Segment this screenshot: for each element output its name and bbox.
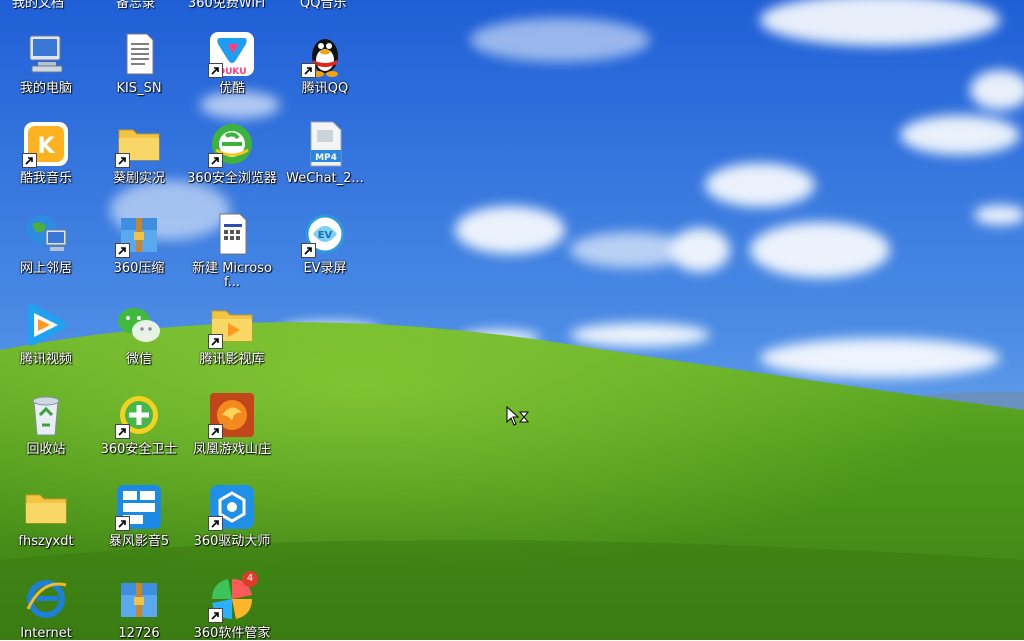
desktop-icon-new-microsoft[interactable]: 新建 Microsof... — [186, 210, 278, 290]
icon-label: 腾讯视频 — [19, 352, 72, 367]
ev-recorder-icon: EV — [301, 210, 349, 258]
desktop-icon-recycle-bin[interactable]: 回收站 — [0, 391, 92, 457]
360-software-manager-icon: 4 — [208, 571, 258, 623]
network-neighborhood-icon — [22, 210, 70, 258]
svg-text:EV: EV — [318, 230, 333, 241]
kuwo-music-icon: K — [22, 120, 70, 168]
desktop-icon-360-security[interactable]: 360安全卫士 — [93, 391, 185, 457]
desktop-icon-wechat-video[interactable]: MP4 WeChat_2... — [279, 120, 371, 186]
internet-explorer-icon — [22, 575, 70, 623]
icon-label: 葵剧实况 — [112, 171, 165, 186]
icon-label: 优酷 — [218, 81, 245, 96]
desktop-icon-kuwo-music[interactable]: K 酷我音乐 — [0, 120, 92, 186]
desktop-icon-qq[interactable]: 腾讯QQ — [279, 30, 371, 96]
top-label-qq-music[interactable]: QQ音乐 — [300, 0, 346, 11]
desktop-icon-360-browser[interactable]: 360安全浏览器 — [186, 120, 278, 186]
desktop-icon-baofeng[interactable]: 暴风影音5 — [93, 483, 185, 549]
icon-label: 360压缩 — [113, 261, 165, 276]
wechat-icon — [115, 301, 163, 349]
desktop-icon-360-zip[interactable]: 360压缩 — [93, 210, 185, 276]
icon-label: EV录屏 — [303, 261, 347, 276]
desktop-icon-phoenix-game[interactable]: 凤凰游戏山庄 — [186, 391, 278, 457]
desktop-icon-360-driver[interactable]: 360驱动大师 — [186, 483, 278, 549]
icon-label: 回收站 — [26, 442, 66, 457]
icon-label: 360驱动大师 — [193, 534, 271, 549]
top-label-360-wifi[interactable]: 360免费WiFi — [188, 0, 265, 11]
top-label-my-documents[interactable]: 我的文档 — [12, 0, 64, 11]
desktop-icon-kis-sn[interactable]: KIS_SN — [93, 30, 185, 96]
icon-label: 12726 — [118, 626, 160, 641]
busy-cursor-icon — [506, 406, 530, 426]
icon-label: 暴风影音5 — [108, 534, 170, 549]
icon-label: 凤凰游戏山庄 — [192, 442, 271, 457]
desktop-icon-tencent-video[interactable]: 腾讯视频 — [0, 301, 92, 367]
desktop-icon-my-computer[interactable]: 我的电脑 — [0, 30, 92, 96]
360-security-icon — [115, 391, 163, 439]
video-library-icon — [208, 301, 256, 349]
icon-label: 网上邻居 — [19, 261, 72, 276]
icon-label: 360安全卫士 — [100, 442, 178, 457]
desktop-icon-youku[interactable]: OUKU 优酷 — [186, 30, 278, 96]
icon-label: 腾讯QQ — [301, 81, 349, 96]
icon-label: WeChat_2... — [286, 171, 364, 186]
phoenix-game-icon — [208, 391, 256, 439]
desktop-icon-ev-recorder[interactable]: EV EV录屏 — [279, 210, 371, 276]
desktop-icon-kuiju[interactable]: 葵剧实况 — [93, 120, 185, 186]
desktop-icon-wechat[interactable]: 微信 — [93, 301, 185, 367]
recycle-bin-icon — [22, 391, 70, 439]
qq-penguin-icon — [301, 30, 349, 78]
icon-label: 我的电脑 — [19, 81, 72, 96]
icon-label: 360安全浏览器 — [187, 171, 277, 186]
archive-icon — [115, 575, 163, 623]
svg-text:K: K — [37, 134, 55, 159]
desktop-icon-12726[interactable]: 12726 — [93, 575, 185, 641]
document-icon — [208, 210, 256, 258]
partial-top-row-labels: 我的文档 备忘录 360免费WiFi QQ音乐 — [0, 0, 400, 11]
icon-label: 新建 Microsof... — [192, 261, 272, 290]
tencent-video-icon — [22, 301, 70, 349]
baofeng-player-icon — [115, 483, 163, 531]
my-computer-icon — [22, 30, 70, 78]
mp4-file-icon: MP4 — [301, 120, 349, 168]
360-driver-icon — [208, 483, 256, 531]
icon-label: 360软件管家 — [193, 626, 271, 641]
icon-label: 酷我音乐 — [19, 171, 72, 186]
icon-label: Internet — [20, 626, 72, 641]
icon-label: 微信 — [125, 352, 152, 367]
desktop-icon-internet-explorer[interactable]: Internet — [0, 575, 92, 641]
folder-icon — [115, 120, 163, 168]
desktop-icon-fhszyxdt[interactable]: fhszyxdt — [0, 483, 92, 549]
folder-icon — [22, 483, 70, 531]
notification-badge: 4 — [242, 571, 258, 587]
youku-icon: OUKU — [208, 30, 256, 78]
desktop-icon-360-software-manager[interactable]: 4 360软件管家 — [186, 571, 278, 641]
icon-label: KIS_SN — [116, 81, 162, 96]
archive-icon — [115, 210, 163, 258]
icon-label: 腾讯影视库 — [199, 352, 265, 367]
mp4-tag: MP4 — [315, 153, 337, 163]
desktop-icon-tencent-video-library[interactable]: 腾讯影视库 — [186, 301, 278, 367]
top-label-memo[interactable]: 备忘录 — [116, 0, 155, 11]
360-browser-icon — [208, 120, 256, 168]
desktop-icon-network[interactable]: 网上邻居 — [0, 210, 92, 276]
text-file-icon — [115, 30, 163, 78]
icon-label: fhszyxdt — [18, 534, 74, 549]
